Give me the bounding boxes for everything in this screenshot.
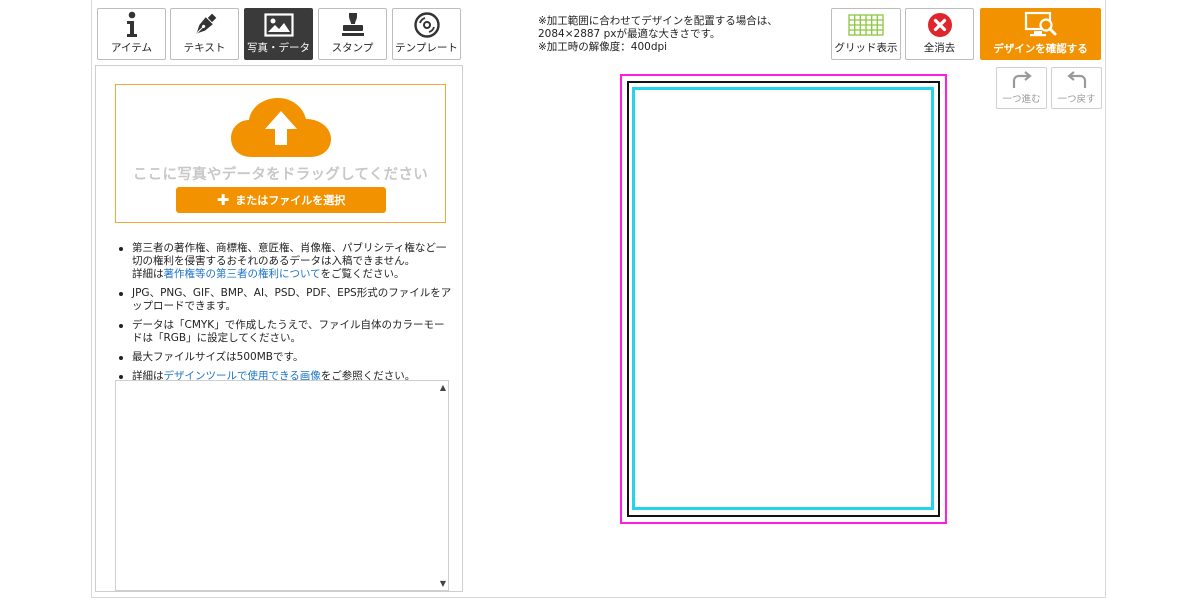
note-text: JPG、PNG、GIF、BMP、AI、PSD、PDF、EPS形式のファイルをアッ… bbox=[132, 287, 452, 312]
list-item: データは「CMYK」で作成したうえで、ファイル自体のカラーモードは「RGB」に設… bbox=[114, 319, 454, 345]
info-icon bbox=[124, 10, 140, 40]
list-item: JPG、PNG、GIF、BMP、AI、PSD、PDF、EPS形式のファイルをアッ… bbox=[114, 287, 454, 313]
list-item: 最大ファイルサイズは500MBです。 bbox=[114, 351, 454, 364]
clear-all-button[interactable]: 全消去 bbox=[905, 8, 974, 60]
undo-button[interactable]: 一つ戻す bbox=[1051, 67, 1102, 109]
note-text: データは「CMYK」で作成したうえで、ファイル自体のカラーモードは「RGB」に設… bbox=[132, 319, 445, 344]
tab-stamp[interactable]: スタンプ bbox=[318, 8, 387, 60]
scroll-down-arrow-icon[interactable]: ▼ bbox=[440, 579, 446, 588]
clear-all-label: 全消去 bbox=[923, 42, 956, 54]
disc-icon bbox=[413, 10, 441, 40]
grid-toggle-button[interactable]: グリッド表示 bbox=[831, 8, 901, 60]
tab-template[interactable]: テンプレート bbox=[392, 8, 461, 60]
tab-label: テキスト bbox=[183, 42, 226, 54]
confirm-design-button[interactable]: デザインを確認する bbox=[980, 8, 1101, 60]
tab-text[interactable]: テキスト bbox=[170, 8, 239, 60]
pen-icon bbox=[191, 10, 219, 40]
note-text: 最大ファイルサイズは500MBです。 bbox=[132, 351, 304, 363]
note-line: ※加工範囲に合わせてデザインを配置する場合は、 bbox=[538, 15, 778, 27]
third-party-rights-link[interactable]: 著作権等の第三者の権利について bbox=[164, 268, 321, 280]
tab-label: アイテム bbox=[111, 42, 152, 54]
redo-label: 一つ進む bbox=[1002, 94, 1041, 105]
tab-item[interactable]: アイテム bbox=[97, 8, 166, 60]
stamp-icon bbox=[340, 10, 366, 40]
choose-file-label: またはファイルを選択 bbox=[235, 194, 346, 207]
upload-drop-zone[interactable]: ここに写真やデータをドラッグしてください ✚ またはファイルを選択 bbox=[115, 84, 446, 223]
close-circle-icon bbox=[927, 10, 953, 40]
list-item: 第三者の著作権、商標権、意匠権、肖像権、パブリシティ権など一切の権利を侵害するお… bbox=[114, 242, 454, 281]
note-text: 詳細は bbox=[132, 268, 164, 280]
note-text: をご覧ください。 bbox=[320, 268, 405, 280]
upload-hint: ここに写真やデータをドラッグしてください bbox=[132, 167, 429, 183]
design-canvas[interactable] bbox=[620, 74, 947, 524]
note-line: 2084×2887 pxが最適な大きさです。 bbox=[538, 28, 721, 40]
tab-label: テンプレート bbox=[395, 42, 458, 54]
confirm-design-label: デザインを確認する bbox=[993, 43, 1088, 55]
scroll-up-arrow-icon[interactable]: ▲ bbox=[440, 383, 446, 392]
redo-button[interactable]: 一つ進む bbox=[996, 67, 1047, 109]
redo-arrow-icon bbox=[1010, 68, 1034, 91]
cloud-upload-icon bbox=[230, 97, 332, 163]
image-icon bbox=[263, 10, 294, 40]
uploaded-file-list[interactable]: ▲ ▼ bbox=[115, 380, 449, 591]
tab-label: 写真・データ bbox=[247, 42, 310, 54]
undo-arrow-icon bbox=[1065, 68, 1089, 91]
note-line: ※加工時の解像度：400dpi bbox=[538, 41, 668, 53]
grid-toggle-label: グリッド表示 bbox=[834, 42, 898, 54]
choose-file-button[interactable]: ✚ またはファイルを選択 bbox=[176, 187, 386, 213]
monitor-search-icon bbox=[1024, 9, 1058, 41]
upload-notes: 第三者の著作権、商標権、意匠権、肖像権、パブリシティ権など一切の権利を侵害するお… bbox=[114, 242, 454, 389]
grid-icon bbox=[848, 10, 884, 40]
undo-label: 一つ戻す bbox=[1057, 94, 1096, 105]
upload-panel: ここに写真やデータをドラッグしてください ✚ またはファイルを選択 第三者の著作… bbox=[95, 65, 463, 592]
tab-label: スタンプ bbox=[331, 42, 374, 54]
tab-photo-data[interactable]: 写真・データ bbox=[244, 8, 313, 60]
print-size-note: ※加工範囲に合わせてデザインを配置する場合は、 2084×2887 pxが最適な… bbox=[538, 15, 778, 54]
safe-area-guide[interactable] bbox=[632, 87, 934, 510]
note-text: 第三者の著作権、商標権、意匠権、肖像権、パブリシティ権など一切の権利を侵害するお… bbox=[132, 242, 447, 267]
plus-icon: ✚ bbox=[216, 190, 230, 209]
